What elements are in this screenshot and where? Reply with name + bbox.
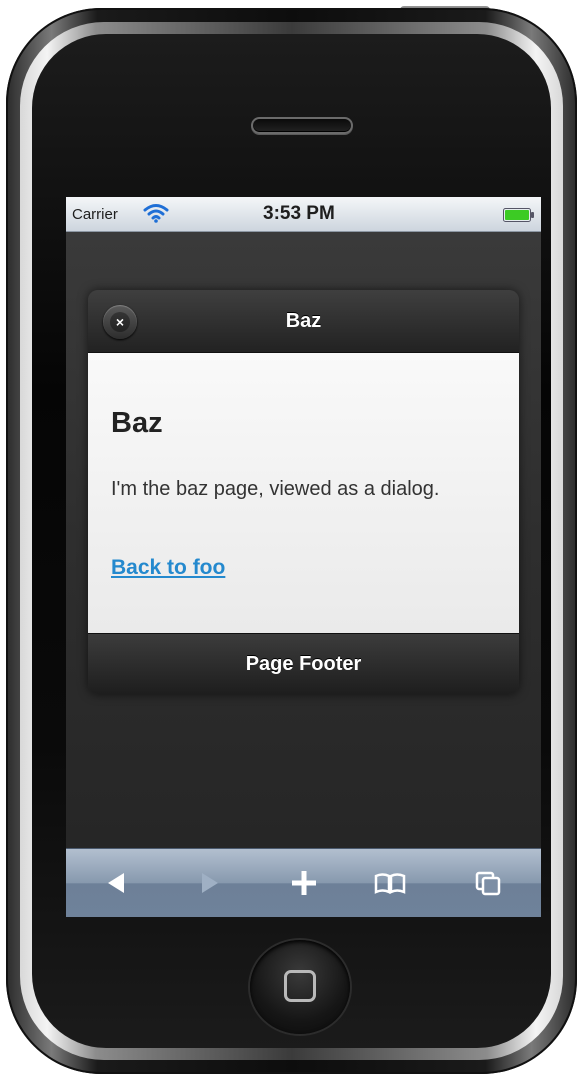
add-bookmark-button[interactable] <box>282 863 326 903</box>
bookmarks-icon <box>374 873 406 895</box>
carrier-label: Carrier <box>72 206 118 223</box>
screen: Carrier 3:53 PM Baz × Baz I'm the baz pa… <box>66 197 541 917</box>
dialog-title: Baz <box>285 310 322 332</box>
dialog-content: Baz I'm the baz page, viewed as a dialog… <box>88 353 519 633</box>
back-to-foo-link[interactable]: Back to foo <box>111 556 225 580</box>
speaker-grille <box>251 117 353 134</box>
wifi-icon <box>143 203 169 223</box>
close-icon: × <box>110 312 130 332</box>
dialog: Baz × Baz I'm the baz page, viewed as a … <box>88 290 519 694</box>
back-button[interactable] <box>96 863 140 903</box>
home-square-icon <box>284 970 316 1002</box>
add-icon <box>292 871 316 895</box>
page-description: I'm the baz page, viewed as a dialog. <box>111 478 440 500</box>
page-overlay-background: Baz × Baz I'm the baz page, viewed as a … <box>66 232 541 848</box>
forward-button[interactable] <box>188 863 232 903</box>
phone-frame: Carrier 3:53 PM Baz × Baz I'm the baz pa… <box>0 0 583 1082</box>
close-button[interactable]: × <box>103 305 137 339</box>
bookmarks-button[interactable] <box>368 863 412 903</box>
dialog-header: Baz × <box>88 290 519 353</box>
dialog-footer: Page Footer <box>88 633 519 694</box>
browser-toolbar <box>66 848 541 917</box>
page-heading: Baz <box>111 407 163 439</box>
back-icon <box>108 873 124 893</box>
forward-icon <box>202 873 218 893</box>
battery-icon <box>503 208 535 222</box>
status-bar: Carrier 3:53 PM <box>66 197 541 232</box>
clock-time: 3:53 PM <box>263 203 335 224</box>
pages-button[interactable] <box>466 863 510 903</box>
pages-icon <box>475 871 501 896</box>
footer-title: Page Footer <box>245 653 362 675</box>
